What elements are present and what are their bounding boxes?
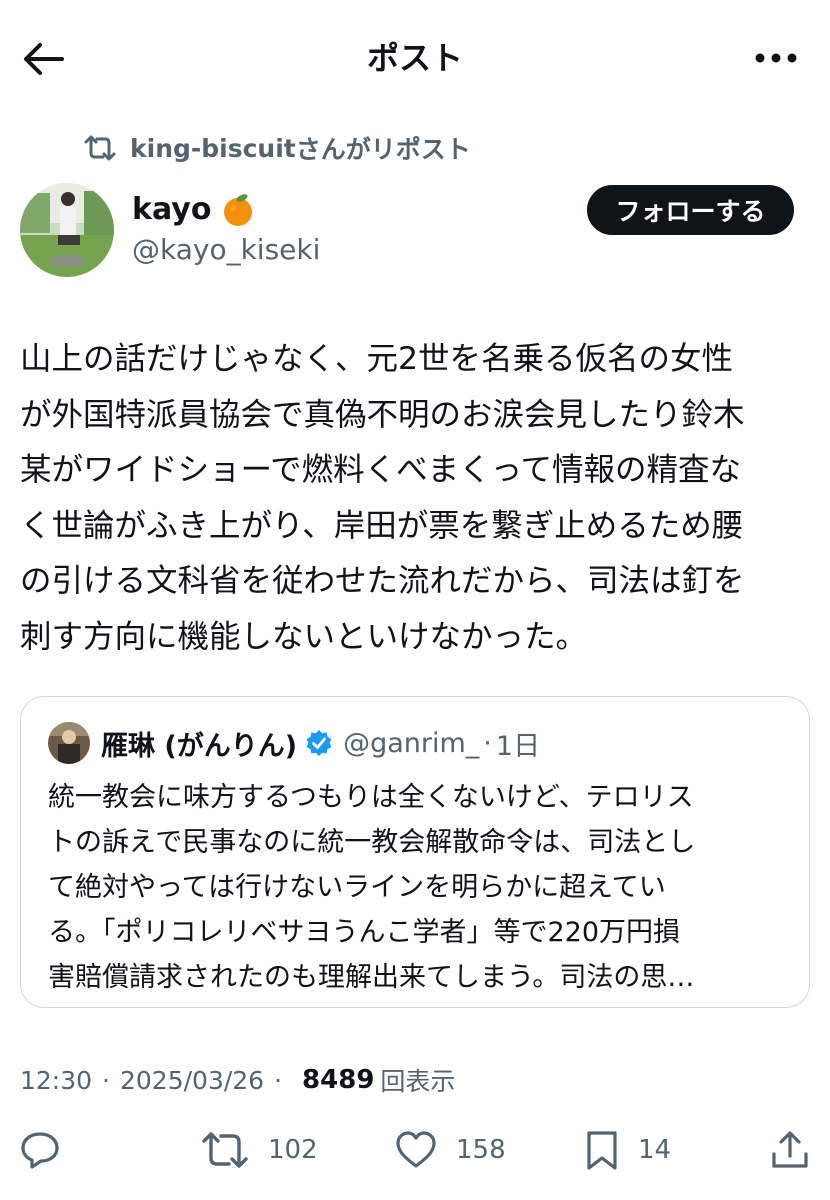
more-button[interactable]	[748, 38, 804, 78]
quoted-handle: @ganrim_	[343, 727, 480, 759]
tweet-text: 山上の話だけじゃなく、元2世を名乗る仮名の女性 が外国特派員協会で真偽不明のお涙…	[20, 332, 812, 665]
repost-button[interactable]: 102	[200, 1120, 318, 1180]
author-name[interactable]: kayo	[132, 190, 255, 230]
page-title: ポスト	[366, 39, 463, 77]
repost-indicator[interactable]: king-biscuit さんがリポスト	[84, 130, 471, 166]
follow-button[interactable]: フォローする	[587, 185, 794, 235]
bookmark-button[interactable]: 14	[584, 1120, 671, 1180]
separator-dot: ·	[274, 1065, 283, 1095]
view-label: 回表示	[380, 1067, 456, 1096]
separator-dot: ·	[102, 1065, 110, 1095]
quoted-line: トの訴えで民事なのに統一教会解散命令は、司法とし	[48, 827, 696, 858]
like-button[interactable]: 158	[394, 1120, 506, 1180]
orange-icon	[224, 194, 253, 226]
share-button[interactable]	[768, 1120, 812, 1180]
heart-icon	[396, 1131, 436, 1168]
like-count: 158	[456, 1135, 506, 1165]
author-name-text: kayo	[132, 192, 212, 227]
author-avatar[interactable]	[20, 183, 114, 277]
reply-icon	[21, 1132, 59, 1169]
quoted-line: る。「ポリコレリベサヨうんこ学者」等で220万円損	[48, 917, 681, 948]
post-time: 12:30	[20, 1065, 93, 1095]
more-dots-icon	[755, 53, 797, 63]
top-bar: ポスト	[0, 0, 830, 116]
tweet-line: の引ける文科省を従わせた流れだから、司法は釘を	[20, 563, 745, 599]
view-count[interactable]: 8489	[302, 1065, 374, 1095]
quoted-avatar	[48, 722, 90, 764]
quoted-post-card[interactable]: 雁琳 (がんりん) @ganrim_ · 1日 統一教会に味方するつもりは全くな…	[20, 696, 810, 1008]
quoted-line: て絶対やっては行けないラインを明らかに超えてい	[48, 872, 666, 903]
tweet-line: 某がワイドショーで燃料くべまくって情報の精査な	[20, 452, 742, 488]
quoted-text: 統一教会に味方するつもりは全くないけど、テロリス トの訴えで民事なのに統一教会解…	[48, 775, 778, 1000]
quoted-time: 1日	[495, 730, 541, 762]
share-icon	[772, 1131, 808, 1168]
separator-dot: ·	[483, 727, 492, 759]
reply-button[interactable]	[18, 1120, 62, 1180]
repost-suffix: さんがリポスト	[295, 135, 471, 164]
quoted-author-name: 雁琳 (がんりん)	[101, 730, 298, 762]
tweet-line: が外国特派員協会で真偽不明のお涙会見したり鈴木	[20, 396, 745, 433]
post-date: 2025/03/26	[120, 1065, 265, 1095]
action-bar: 102 158 14	[0, 1120, 830, 1180]
verified-badge-icon	[306, 730, 332, 756]
tweet-line: く世論がふき上がり、岸田が票を繋ぎ止めるため腰	[20, 507, 744, 544]
repost-icon	[202, 1132, 248, 1168]
author-handle[interactable]: @kayo_kiseki	[132, 230, 320, 270]
bookmark-count: 14	[638, 1135, 672, 1165]
quoted-line: 害賠償請求されたのも理解出来てしまう。司法の思…	[48, 962, 695, 993]
bookmark-icon	[587, 1131, 617, 1170]
tweet-line: 刺す方向に機能しないといけなかった。	[20, 618, 588, 655]
tweet-line: 山上の話だけじゃなく、元2世を名乗る仮名の女性	[20, 341, 734, 377]
repost-user: king-biscuit	[130, 133, 296, 163]
quoted-line: 統一教会に味方するつもりは全くないけど、テロリス	[48, 782, 694, 813]
post-meta: 12:30 · 2025/03/26 · 8489 回表示	[20, 1060, 455, 1100]
quoted-header: 雁琳 (がんりん) @ganrim_ · 1日	[101, 723, 540, 763]
repost-icon	[84, 135, 116, 161]
repost-count: 102	[268, 1135, 318, 1165]
